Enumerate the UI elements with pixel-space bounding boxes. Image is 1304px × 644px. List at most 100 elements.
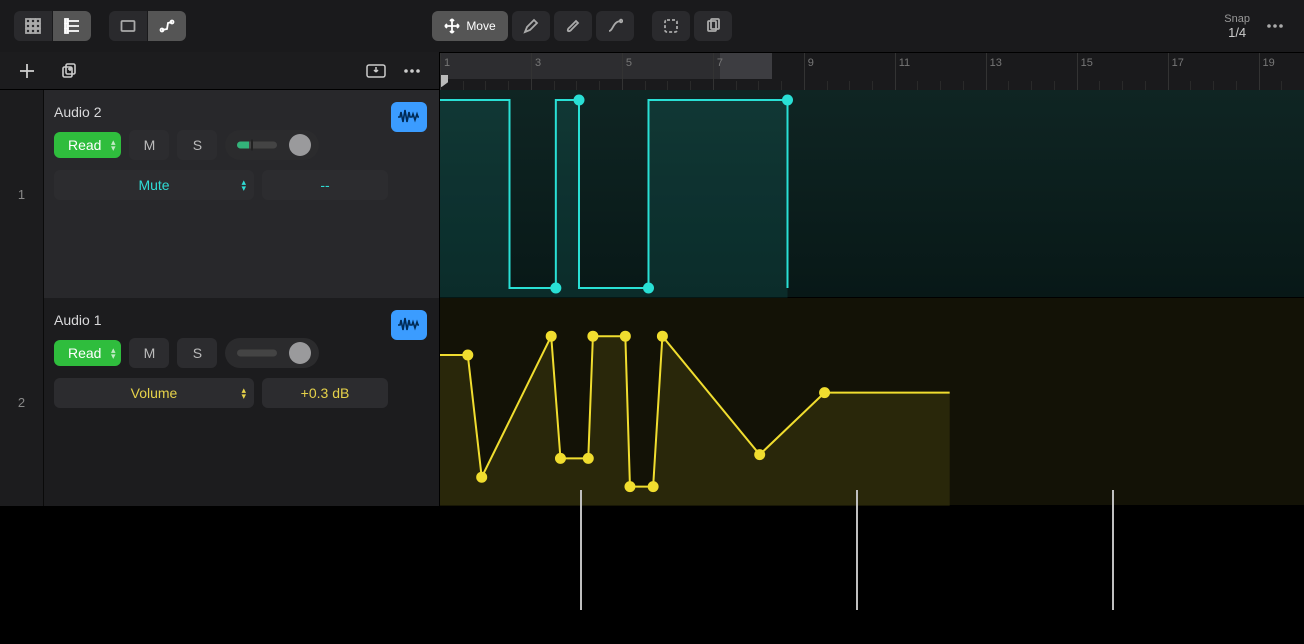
ruler-label: 7 [717, 57, 723, 69]
ruler-label: 5 [626, 57, 632, 69]
ruler-label: 1 [444, 57, 450, 69]
ruler-label: 3 [535, 57, 541, 69]
track-type-icon[interactable] [391, 102, 427, 132]
automation-node[interactable] [574, 95, 584, 105]
tool-copy[interactable] [694, 11, 732, 41]
track-type-icon[interactable] [391, 310, 427, 340]
solo-button[interactable]: S [177, 130, 217, 160]
callout-line [1112, 490, 1114, 610]
tool-move-label: Move [466, 19, 495, 33]
snap-label: Snap [1224, 13, 1250, 25]
view-grid-button[interactable] [14, 11, 52, 41]
automation-node[interactable] [588, 331, 598, 341]
automation-node[interactable] [546, 331, 556, 341]
tool-marquee[interactable] [652, 11, 690, 41]
track-index: 1 [0, 90, 44, 298]
automation-node[interactable] [477, 472, 487, 482]
tool-pencil[interactable] [512, 11, 550, 41]
automation-node[interactable] [820, 388, 830, 398]
automation-node[interactable] [625, 482, 635, 492]
pan-control[interactable] [225, 130, 319, 160]
add-track-button[interactable] [16, 60, 38, 82]
list-icon [64, 18, 80, 34]
marquee-icon [663, 18, 679, 34]
automation-value-display[interactable]: -- [262, 170, 388, 200]
ruler-label: 11 [899, 57, 910, 69]
automation-value-label: +0.3 dB [301, 385, 350, 401]
ruler-label: 9 [808, 57, 814, 69]
snap-display[interactable]: Snap 1/4 [1224, 13, 1250, 40]
automation-node[interactable] [657, 331, 667, 341]
automation-mode-selector[interactable]: Read ▴▾ [54, 132, 121, 158]
automation-mode-selector[interactable]: Read ▴▾ [54, 340, 121, 366]
tool-brush[interactable] [554, 11, 592, 41]
track-header-2[interactable]: 2 Audio 1 Read ▴▾ M S Volume [0, 298, 439, 506]
waveform-icon [397, 109, 421, 125]
automation-value-label: -- [320, 177, 329, 193]
automation-mode-label: Read [68, 345, 101, 361]
automation-graph-1[interactable] [440, 90, 1304, 297]
grid-icon [25, 18, 41, 34]
automation-param-selector[interactable]: Volume ▴▾ [54, 378, 254, 408]
automation-param-selector[interactable]: Mute ▴▾ [54, 170, 254, 200]
automation-node[interactable] [620, 331, 630, 341]
automation-node[interactable] [551, 283, 561, 293]
toolbar-more-button[interactable] [1260, 11, 1290, 41]
top-toolbar: Move Snap 1/4 [0, 0, 1304, 52]
chevron-updown-icon: ▴▾ [111, 347, 116, 359]
chevron-updown-icon: ▴▾ [241, 179, 246, 191]
brush-icon [565, 18, 581, 34]
empty-area [0, 506, 1304, 644]
panel-toolbar [0, 52, 439, 90]
view-list-button[interactable] [53, 11, 91, 41]
plus-icon [18, 62, 36, 80]
snap-value: 1/4 [1224, 25, 1250, 40]
duplicate-icon [60, 62, 78, 80]
track-index: 2 [0, 298, 44, 506]
automation-curve-icon [159, 18, 175, 34]
callout-line [580, 490, 582, 610]
duplicate-track-button[interactable] [58, 60, 80, 82]
automation-node[interactable] [648, 482, 658, 492]
automation-node[interactable] [644, 283, 654, 293]
track-name: Audio 1 [54, 312, 425, 328]
callout-line [856, 490, 858, 610]
automation-param-label: Mute [138, 177, 169, 193]
import-icon [366, 63, 386, 79]
automation-lane-1[interactable] [440, 90, 1304, 298]
ellipsis-icon [1266, 17, 1284, 35]
import-button[interactable] [365, 60, 387, 82]
solo-button[interactable]: S [177, 338, 217, 368]
pencil-icon [523, 18, 539, 34]
ruler-label: 13 [990, 57, 1002, 69]
ellipsis-icon [403, 62, 421, 80]
chevron-updown-icon: ▴▾ [241, 387, 246, 399]
move-icon [444, 18, 460, 34]
rectangle-icon [120, 18, 136, 34]
automation-graph-2[interactable] [440, 298, 1304, 505]
automation-param-label: Volume [131, 385, 178, 401]
automation-node[interactable] [463, 350, 473, 360]
automation-node[interactable] [783, 95, 793, 105]
region-mode-button[interactable] [109, 11, 147, 41]
automation-node[interactable] [755, 450, 765, 460]
ruler-label: 19 [1263, 57, 1275, 69]
mute-button[interactable]: M [129, 130, 169, 160]
tool-curve[interactable] [596, 11, 634, 41]
pan-control[interactable] [225, 338, 319, 368]
automation-mode-button[interactable] [148, 11, 186, 41]
tool-move[interactable]: Move [432, 11, 507, 41]
track-header-1[interactable]: 1 Audio 2 Read ▴▾ M S Mute [0, 90, 439, 298]
mute-button[interactable]: M [129, 338, 169, 368]
automation-value-display[interactable]: +0.3 dB [262, 378, 388, 408]
automation-node[interactable] [555, 453, 565, 463]
ruler-label: 17 [1172, 57, 1184, 69]
automation-lane-2[interactable] [440, 298, 1304, 506]
panel-more-button[interactable] [401, 60, 423, 82]
timeline-ruler[interactable]: 135791113151719 [440, 52, 1304, 90]
curve-icon [607, 18, 623, 34]
automation-mode-label: Read [68, 137, 101, 153]
automation-node[interactable] [583, 453, 593, 463]
track-name: Audio 2 [54, 104, 425, 120]
chevron-updown-icon: ▴▾ [111, 139, 116, 151]
